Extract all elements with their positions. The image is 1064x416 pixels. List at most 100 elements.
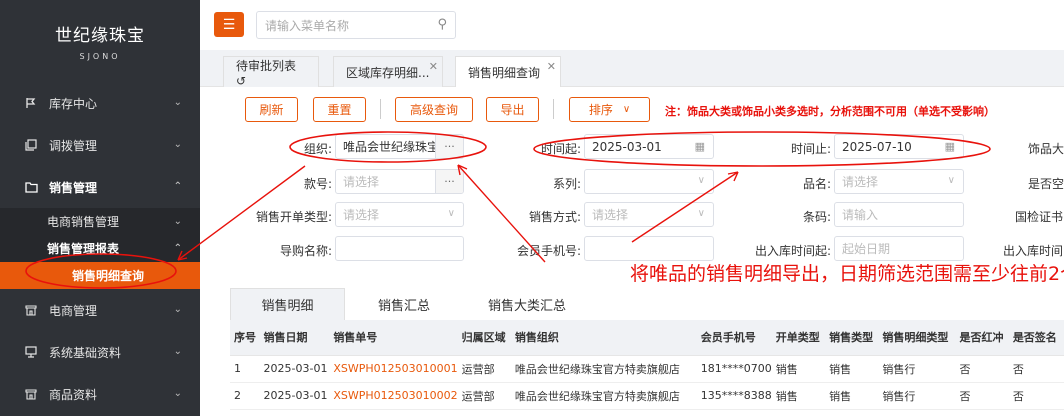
- tab-label: 区域库存明细...: [346, 65, 430, 80]
- close-icon[interactable]: ✕: [547, 60, 556, 73]
- copy-icon: [24, 138, 38, 152]
- reset-button[interactable]: 重置: [313, 97, 366, 122]
- guide-name-input[interactable]: [335, 236, 464, 261]
- sidebar-item-label: 商品资料: [49, 387, 98, 402]
- store-icon: [24, 387, 38, 401]
- org-label: 组织:: [303, 142, 332, 156]
- chevron-down-icon: ⌄: [173, 216, 182, 227]
- column-header[interactable]: 销售明细类型: [878, 320, 956, 356]
- sidebar-item-inventory[interactable]: 库存中心 ⌄: [0, 82, 200, 124]
- org-field[interactable]: 唯品会世纪缘珠宝 ···: [335, 134, 464, 159]
- io-time-from-field[interactable]: 起始日期: [834, 236, 964, 261]
- column-header[interactable]: 销售类型: [825, 320, 879, 356]
- subtab-category-summary[interactable]: 销售大类汇总: [463, 288, 591, 320]
- sidebar-item-products[interactable]: 商品资料 ⌄: [0, 373, 200, 415]
- column-header[interactable]: 是否红冲: [955, 320, 1009, 356]
- barcode-label: 条码:: [802, 210, 831, 224]
- table-row[interactable]: 1 2025-03-01 XSWPH012503010001 运营部 唯品会世纪…: [230, 355, 1064, 383]
- chevron-down-icon: ⌄: [173, 304, 182, 315]
- sidebar-item-system[interactable]: 系统基础资料 ⌄: [0, 331, 200, 373]
- table-row[interactable]: 2 2025-03-01 XSWPH012503010002 运营部 唯品会世纪…: [230, 382, 1064, 410]
- shop-type-select[interactable]: 请选择 ∨: [335, 202, 464, 227]
- top-bar: ☰ 请输入菜单名称 ⚲: [200, 0, 1064, 50]
- column-header[interactable]: 是否签名: [1008, 320, 1064, 356]
- table-cell: 2: [230, 382, 260, 410]
- export-button[interactable]: 导出: [486, 97, 539, 122]
- tab-label: 销售明细查询: [468, 65, 541, 80]
- shop-type-label: 销售开单类型:: [255, 210, 332, 224]
- chevron-down-icon: ∨: [697, 175, 705, 186]
- chevron-down-icon: ⌄: [173, 97, 182, 108]
- table-cell: 运营部: [457, 355, 511, 383]
- table-cell: 唯品会世纪缘珠宝官方特卖旗舰店: [510, 355, 697, 383]
- column-header[interactable]: 序号: [230, 320, 260, 356]
- column-header[interactable]: 归属区域: [457, 320, 511, 356]
- toolbar-divider: [553, 99, 554, 119]
- menu-search-input[interactable]: 请输入菜单名称 ⚲: [256, 11, 456, 39]
- sidebar-item-sales[interactable]: 销售管理 ⌃: [0, 166, 200, 208]
- calendar-icon: ▦: [944, 140, 955, 153]
- table-cell: 唯品会世纪缘珠宝官方特卖旗舰店: [510, 382, 697, 410]
- sidebar-item-ecom-sales[interactable]: 电商销售管理 ⌄: [0, 208, 200, 235]
- monitor-icon: [24, 345, 38, 359]
- chevron-down-icon: ⌄: [173, 388, 182, 399]
- chevron-down-icon: ∨: [447, 208, 455, 219]
- style-no-field[interactable]: 请选择 ···: [335, 169, 464, 194]
- style-no-placeholder: 请选择: [343, 175, 380, 189]
- sale-method-select[interactable]: 请选择 ∨: [584, 202, 714, 227]
- sidebar-item-label: 系统基础资料: [49, 345, 122, 360]
- sort-button[interactable]: 排序 ∨: [569, 97, 650, 122]
- tab-pending-approval[interactable]: 待审批列表↺: [223, 56, 319, 88]
- table-cell: 销售行: [878, 382, 956, 410]
- tab-sales-detail[interactable]: 销售明细查询 ✕: [455, 56, 561, 87]
- table-cell: 否: [1008, 382, 1064, 410]
- time-from-value: 2025-03-01: [592, 139, 662, 154]
- order-number-link[interactable]: XSWPH012503010002: [329, 382, 458, 410]
- subtab-sales-detail[interactable]: 销售明细: [230, 288, 345, 320]
- member-phone-input[interactable]: [584, 236, 714, 261]
- column-header[interactable]: 会员手机号: [696, 320, 772, 356]
- sidebar-item-label: 库存中心: [49, 96, 98, 111]
- order-number-link[interactable]: XSWPH012503010001: [329, 355, 458, 383]
- refresh-button[interactable]: 刷新: [245, 97, 298, 122]
- close-icon[interactable]: ✕: [429, 60, 438, 73]
- column-header[interactable]: 开单类型: [771, 320, 826, 356]
- main-content: 刷新 重置 高级查询 导出 排序 ∨ 注：饰品大类或饰品小类多选时，分析范围不可…: [200, 87, 1064, 416]
- style-no-label: 款号:: [303, 177, 332, 191]
- sidebar-item-sales-detail[interactable]: 销售明细查询: [0, 262, 200, 289]
- sidebar-item-label: 电商管理: [49, 303, 98, 318]
- time-to-field[interactable]: 2025-07-10 ▦: [834, 134, 964, 159]
- time-from-label: 时间起:: [540, 142, 581, 156]
- barcode-input[interactable]: 请输入: [834, 202, 964, 227]
- sale-method-label: 销售方式:: [528, 210, 581, 224]
- brand-subtitle: SJONO: [79, 52, 121, 61]
- tab-bar: 待审批列表↺ 区域库存明细... ✕ 销售明细查询 ✕: [200, 50, 1064, 88]
- folder-icon: [24, 180, 38, 194]
- advanced-search-button[interactable]: 高级查询: [395, 97, 473, 122]
- table-cell: 销售: [825, 355, 879, 383]
- table-cell: 否: [955, 355, 1009, 383]
- table-cell: 否: [1008, 355, 1064, 383]
- subtab-sales-summary[interactable]: 销售汇总: [345, 288, 463, 320]
- sidebar-item-transfer[interactable]: 调拨管理 ⌄: [0, 124, 200, 166]
- time-from-field[interactable]: 2025-03-01 ▦: [584, 134, 714, 159]
- chevron-down-icon: ⌄: [173, 346, 182, 357]
- product-name-select[interactable]: 请选择 ∨: [834, 169, 964, 194]
- io-time-to-label: 出入库时间: [1003, 244, 1064, 258]
- column-header[interactable]: 销售日期: [259, 320, 330, 356]
- tab-region-inventory[interactable]: 区域库存明细... ✕: [333, 56, 443, 87]
- menu-toggle-button[interactable]: ☰: [214, 12, 244, 37]
- more-icon[interactable]: ···: [435, 170, 463, 193]
- table-cell: 否: [955, 382, 1009, 410]
- io-time-from-label: 出入库时间起:: [754, 244, 831, 258]
- table-header-row: 序号 销售日期 销售单号 归属区域 销售组织 会员手机号 开单类型 销售类型 销…: [230, 320, 1064, 356]
- table-cell: 销售行: [878, 355, 956, 383]
- time-to-value: 2025-07-10: [842, 139, 912, 154]
- column-header[interactable]: 销售单号: [329, 320, 458, 356]
- more-icon[interactable]: ···: [435, 135, 463, 158]
- hamburger-icon: ☰: [222, 16, 236, 33]
- series-select[interactable]: ∨: [584, 169, 714, 194]
- sidebar-item-ecommerce[interactable]: 电商管理 ⌄: [0, 289, 200, 331]
- column-header[interactable]: 销售组织: [510, 320, 697, 356]
- sidebar-item-sales-reports[interactable]: 销售管理报表 ⌃: [0, 235, 200, 262]
